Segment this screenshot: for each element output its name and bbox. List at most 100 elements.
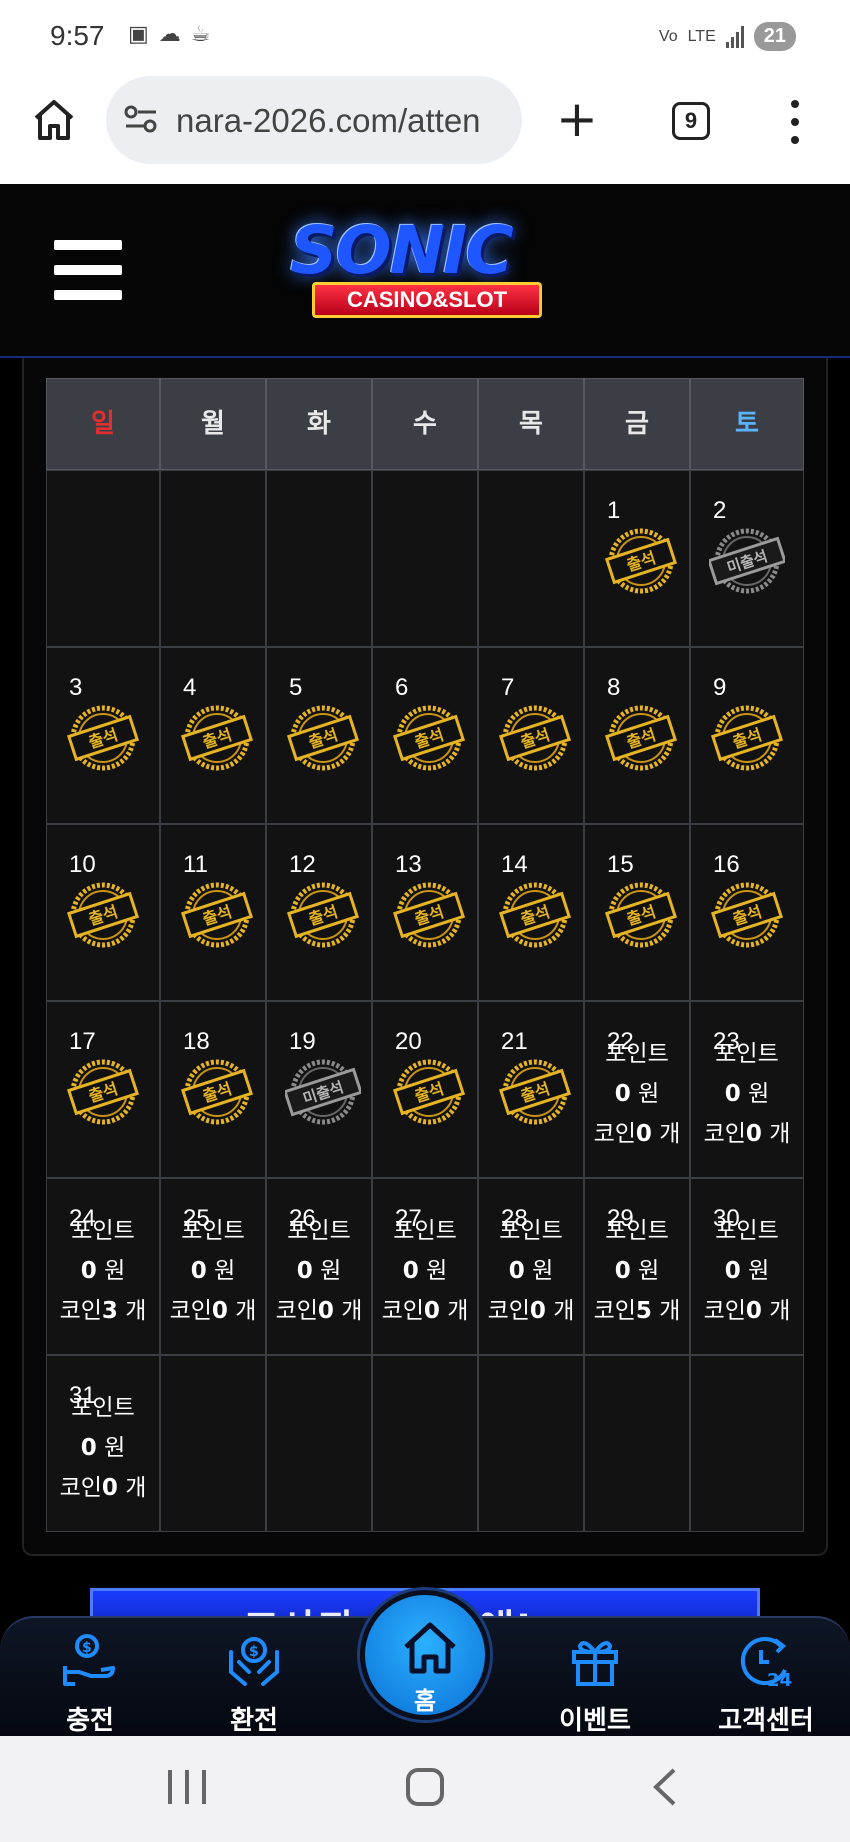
calendar-day-4[interactable]: 4 출석 xyxy=(160,647,266,824)
back-icon[interactable] xyxy=(650,1766,680,1808)
calendar-day-6[interactable]: 6 출석 xyxy=(372,647,478,824)
point-label: 포인트 xyxy=(181,1218,245,1244)
logo-sub-text: CASINO&SLOT xyxy=(312,282,542,318)
calendar-week-row: 10 출석 11 출석 12 출석 13 출석 14 출석 15 출석 16 출… xyxy=(46,824,804,1001)
calendar-day-12[interactable]: 12 출석 xyxy=(266,824,372,1001)
calendar-day-2[interactable]: 2 미출석 xyxy=(690,470,804,647)
calendar-day-3[interactable]: 3 출석 xyxy=(46,647,160,824)
attended-stamp-icon: 출석 xyxy=(603,523,679,599)
day-number: 17 xyxy=(69,1028,96,1055)
attended-stamp-icon: 출석 xyxy=(391,1054,467,1130)
calendar-day-8[interactable]: 8 출석 xyxy=(584,647,690,824)
calendar-day-24[interactable]: 24 포인트 0 원 코인3 개 xyxy=(46,1178,160,1355)
calendar-week-row: 24 포인트 0 원 코인3 개 25 포인트 0 원 코인0 개 26 포인트 0 원 코인0 개2… xyxy=(46,1178,804,1355)
attended-stamp-icon: 출석 xyxy=(65,700,141,776)
site-logo[interactable]: SONIC CASINO&SLOT xyxy=(262,212,592,332)
missed-stamp-icon: 미출석 xyxy=(283,1054,363,1130)
new-tab-plus-icon[interactable]: + xyxy=(556,94,598,144)
nav-event-label: 이벤트 xyxy=(559,1706,631,1736)
recent-apps-icon[interactable] xyxy=(168,1770,206,1804)
calendar-day-19[interactable]: 19 미출석 xyxy=(266,1001,372,1178)
day-reward-info: 포인트 0 원 코인0 개 xyxy=(161,1211,265,1331)
point-label: 포인트 xyxy=(71,1395,135,1421)
battery-badge: 21 xyxy=(753,22,796,51)
calendar-day-21[interactable]: 21 출석 xyxy=(478,1001,584,1178)
status-time: 9:57 xyxy=(50,20,105,51)
nav-home-button[interactable]: 홈 xyxy=(360,1590,490,1720)
calendar-day-20[interactable]: 20 출석 xyxy=(372,1001,478,1178)
calendar-day-11[interactable]: 11 출석 xyxy=(160,824,266,1001)
calendar-day-29[interactable]: 29 포인트 0 원 코인5 개 xyxy=(584,1178,690,1355)
day-number: 8 xyxy=(607,674,621,701)
nav-support[interactable]: 24 고객센터 xyxy=(706,1628,826,1738)
weekday-fri: 금 xyxy=(584,378,690,470)
calendar-empty-cell xyxy=(266,1355,372,1532)
day-number: 16 xyxy=(713,851,740,878)
calendar-day-28[interactable]: 28 포인트 0 원 코인0 개 xyxy=(478,1178,584,1355)
status-bar: 9:57 ▣ ☁ ☕ Vo LTE 21 xyxy=(0,0,850,76)
calendar-day-1[interactable]: 1 출석 xyxy=(584,470,690,647)
attended-stamp-icon: 출석 xyxy=(603,700,679,776)
calendar-day-16[interactable]: 16 출석 xyxy=(690,824,804,1001)
calendar-day-9[interactable]: 9 출석 xyxy=(690,647,804,824)
weekday-wed: 수 xyxy=(372,378,478,470)
android-home-icon[interactable] xyxy=(406,1768,444,1806)
day-number: 1 xyxy=(607,497,621,524)
day-reward-info: 포인트 0 원 코인0 개 xyxy=(691,1034,803,1154)
point-label: 포인트 xyxy=(499,1218,563,1244)
calendar-empty-cell xyxy=(690,1355,804,1532)
calendar-day-31[interactable]: 31 포인트 0 원 코인0 개 xyxy=(46,1355,160,1532)
calendar-day-23[interactable]: 23 포인트 0 원 코인0 개 xyxy=(690,1001,804,1178)
day-reward-info: 포인트 0 원 코인0 개 xyxy=(585,1034,689,1154)
point-value: 0 원 xyxy=(724,1081,770,1107)
nav-exchange[interactable]: $ 환전 xyxy=(194,1628,314,1738)
browser-menu-icon[interactable] xyxy=(788,100,802,144)
nav-event[interactable]: 이벤트 xyxy=(535,1628,655,1738)
point-label: 포인트 xyxy=(715,1041,779,1067)
point-value: 0 원 xyxy=(508,1258,554,1284)
support-24h-icon: 24 xyxy=(740,1637,792,1690)
browser-toolbar: nara-2026.com/atten + 9 xyxy=(0,76,850,184)
nav-charge[interactable]: $ 충전 xyxy=(30,1628,150,1738)
calendar-day-10[interactable]: 10 출석 xyxy=(46,824,160,1001)
calendar-week-row: 1 출석 2 미출석 xyxy=(46,470,804,647)
calendar-day-26[interactable]: 26 포인트 0 원 코인0 개 xyxy=(266,1178,372,1355)
point-label: 포인트 xyxy=(715,1218,779,1244)
browser-home-icon[interactable] xyxy=(30,96,78,144)
calendar-day-27[interactable]: 27 포인트 0 원 코인0 개 xyxy=(372,1178,478,1355)
calendar-day-17[interactable]: 17 출석 xyxy=(46,1001,160,1178)
point-value: 0 원 xyxy=(614,1258,660,1284)
tab-count-button[interactable]: 9 xyxy=(672,102,710,140)
day-number: 13 xyxy=(395,851,422,878)
attended-stamp-icon: 출석 xyxy=(179,1054,255,1130)
address-bar[interactable]: nara-2026.com/atten xyxy=(106,76,522,164)
calendar-day-18[interactable]: 18 출석 xyxy=(160,1001,266,1178)
point-value: 0 원 xyxy=(614,1081,660,1107)
day-reward-info: 포인트 0 원 코인5 개 xyxy=(585,1211,689,1331)
gift-icon xyxy=(572,1641,618,1686)
calendar-week-row: 3 출석 4 출석 5 출석 6 출석 7 출석 8 출석 9 출석 xyxy=(46,647,804,824)
url-text[interactable]: nara-2026.com/atten xyxy=(176,102,516,140)
calendar-day-25[interactable]: 25 포인트 0 원 코인0 개 xyxy=(160,1178,266,1355)
day-number: 6 xyxy=(395,674,409,701)
site-settings-icon[interactable] xyxy=(124,104,158,134)
calendar-day-22[interactable]: 22 포인트 0 원 코인0 개 xyxy=(584,1001,690,1178)
calendar-day-7[interactable]: 7 출석 xyxy=(478,647,584,824)
calendar-day-13[interactable]: 13 출석 xyxy=(372,824,478,1001)
calendar-day-5[interactable]: 5 출석 xyxy=(266,647,372,824)
day-reward-info: 포인트 0 원 코인3 개 xyxy=(47,1211,159,1331)
exchange-icon: $ xyxy=(229,1637,279,1686)
calendar-day-30[interactable]: 30 포인트 0 원 코인0 개 xyxy=(690,1178,804,1355)
coin-value: 코인0 개 xyxy=(275,1298,363,1324)
attendance-calendar: 일 월 화 수 목 금 토 1 출석 2 미출석 3 출석 4 출석 5 출석 … xyxy=(46,378,804,1532)
cup-icon: ☕ xyxy=(190,22,211,47)
day-number: 20 xyxy=(395,1028,422,1055)
signal-icon xyxy=(725,25,744,48)
calendar-day-15[interactable]: 15 출석 xyxy=(584,824,690,1001)
calendar-empty-cell xyxy=(266,470,372,647)
calendar-empty-cell xyxy=(478,470,584,647)
hamburger-menu-icon[interactable] xyxy=(54,240,122,300)
coin-value: 코인0 개 xyxy=(703,1298,791,1324)
attended-stamp-icon: 출석 xyxy=(497,1054,573,1130)
calendar-day-14[interactable]: 14 출석 xyxy=(478,824,584,1001)
